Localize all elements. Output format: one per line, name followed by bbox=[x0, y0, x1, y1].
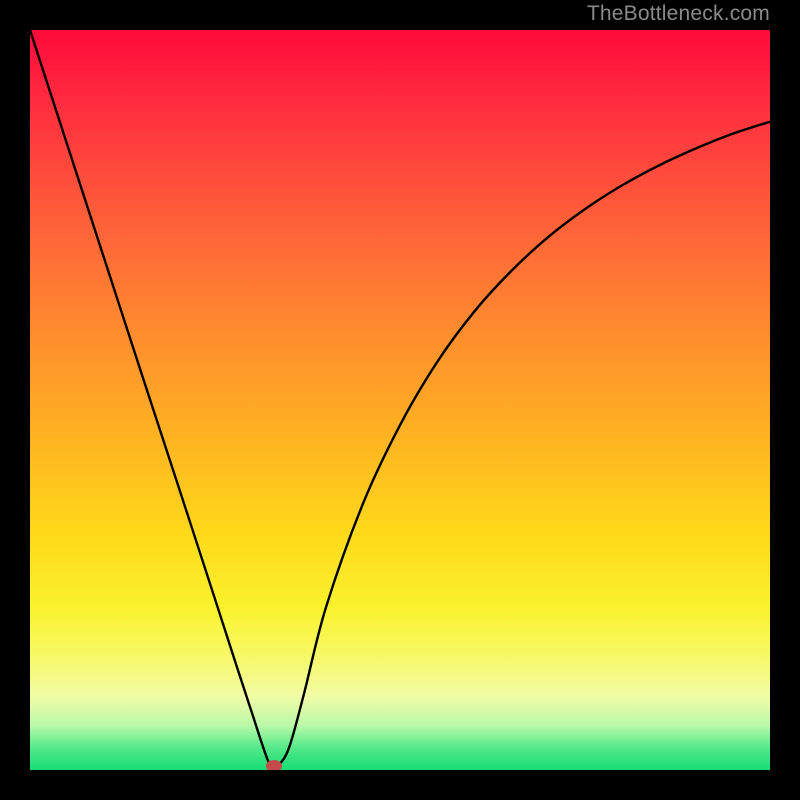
plot-area bbox=[30, 30, 770, 770]
attribution-text: TheBottleneck.com bbox=[587, 2, 770, 26]
optimal-point-marker bbox=[266, 760, 282, 770]
bottleneck-curve bbox=[30, 30, 770, 770]
chart-container: TheBottleneck.com bbox=[0, 0, 800, 800]
